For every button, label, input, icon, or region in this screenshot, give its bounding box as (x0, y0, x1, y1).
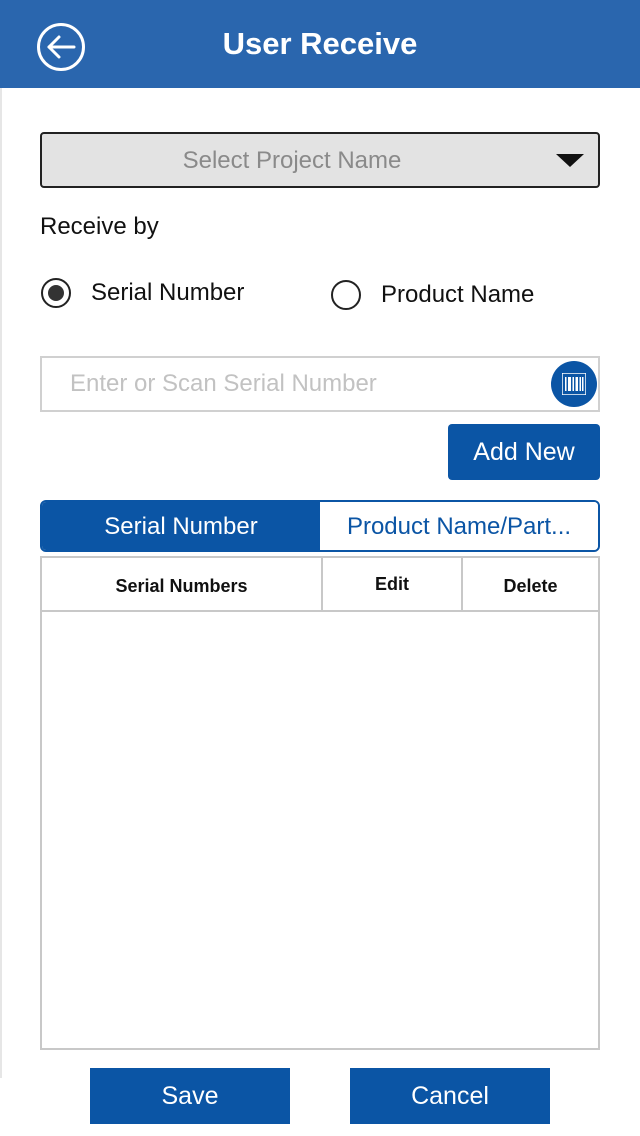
cancel-button[interactable]: Cancel (350, 1068, 550, 1124)
page-title: User Receive (222, 26, 418, 61)
radio-unchecked-icon (331, 280, 361, 310)
radio-serial-number-label: Serial Number (91, 279, 245, 306)
barcode-icon (562, 373, 586, 395)
scan-barcode-button[interactable] (551, 361, 597, 407)
table-header-divider (42, 610, 598, 612)
back-button[interactable] (35, 21, 87, 73)
serial-numbers-table: Serial Numbers Edit Delete (40, 556, 600, 1050)
caret-down-icon (556, 154, 584, 167)
left-edge-divider (0, 88, 2, 1078)
column-header-edit: Edit (323, 558, 463, 610)
radio-product-name[interactable]: Product Name (331, 280, 561, 310)
project-select-placeholder: Select Project Name (182, 147, 402, 174)
radio-product-name-label: Product Name (381, 281, 535, 308)
save-button[interactable]: Save (90, 1068, 290, 1124)
radio-serial-number[interactable]: Serial Number (41, 278, 271, 308)
serial-number-input[interactable] (70, 364, 540, 404)
serial-number-field (40, 356, 600, 412)
view-segment-control: Serial Number Product Name/Part... (40, 500, 600, 552)
column-header-delete: Delete (503, 576, 558, 596)
tab-serial-number[interactable]: Serial Number (42, 502, 320, 550)
project-name-select[interactable]: Select Project Name (40, 132, 600, 188)
app-header: User Receive (0, 0, 640, 88)
column-header-serial-numbers: Serial Numbers (42, 558, 323, 610)
receive-by-label: Receive by (40, 213, 159, 240)
tab-product-name-part[interactable]: Product Name/Part... (320, 502, 598, 550)
add-new-button[interactable]: Add New (448, 424, 600, 480)
back-arrow-circle-icon (37, 23, 85, 71)
radio-checked-icon (41, 278, 71, 308)
